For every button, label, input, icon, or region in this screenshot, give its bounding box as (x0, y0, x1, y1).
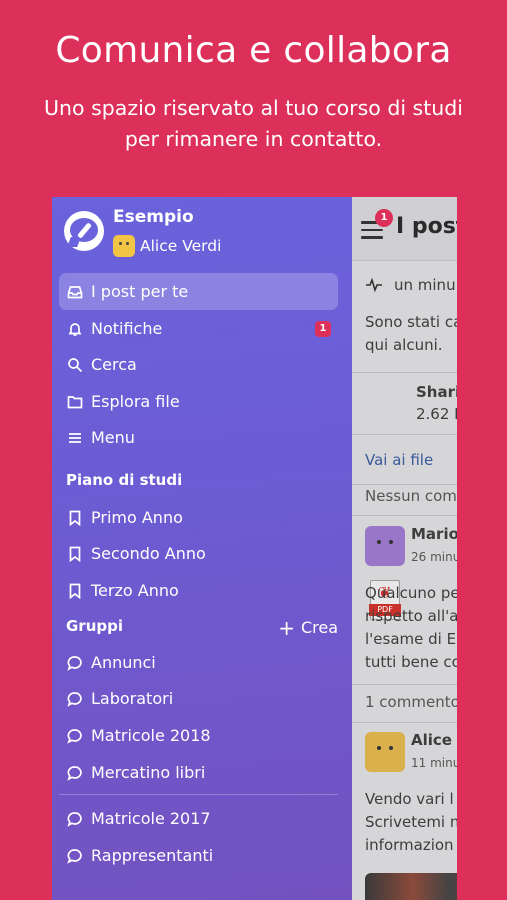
post-text-line: rispetto all'a (365, 607, 457, 625)
post-time: 26 minu (411, 550, 457, 564)
nav-item-group[interactable]: Rappresentanti (59, 837, 338, 874)
inbox-icon (67, 284, 83, 300)
divider (59, 794, 338, 795)
promo-title: Comunica e collabora (55, 30, 452, 71)
chat-bubble-icon (67, 848, 83, 864)
feed-intro-line: qui alcuni. (365, 336, 443, 354)
comment-count[interactable]: 1 commento (365, 693, 457, 711)
post-text-line: tutti bene co (365, 653, 457, 671)
nav-item-group[interactable]: Matricole 2018 (59, 717, 338, 754)
file-size: 2.62 M (416, 405, 457, 423)
bookmark-icon (67, 546, 83, 562)
nav-item-label: Matricole 2018 (91, 726, 211, 745)
feed-panel: 1 I post un minu Sono stati ca qui alcun… (352, 197, 457, 900)
post-text-line: Vendo vari l (365, 790, 454, 808)
user-name: Alice Verdi (140, 237, 222, 255)
chat-bubble-icon (67, 728, 83, 744)
post-text-line: l'esame di E (365, 630, 457, 648)
groups-heading: Gruppi (66, 617, 124, 635)
nav-item-label: Matricole 2017 (91, 809, 211, 828)
user-profile[interactable]: Alice Verdi (113, 234, 221, 258)
promo-subtitle: Uno spazio riservato al tuo corso di stu… (10, 93, 497, 155)
notifications-badge: 1 (315, 321, 331, 337)
file-name[interactable]: Shari (416, 383, 457, 401)
nav-item-label: Notifiche (91, 319, 163, 338)
nav-item-group[interactable]: Annunci (59, 644, 338, 681)
bookmark-icon (67, 583, 83, 599)
nav-item-label: Rappresentanti (91, 846, 214, 865)
search-icon (67, 357, 83, 373)
nav-item-second-year[interactable]: Secondo Anno (59, 535, 338, 572)
nav-item-label: Cerca (91, 355, 137, 374)
user-avatar (113, 235, 135, 257)
promo-subtitle-line-1: Uno spazio riservato al tuo corso di stu… (44, 96, 463, 120)
post-text-line: Qualcuno pe (365, 584, 457, 602)
nav-item-search[interactable]: Cerca (59, 346, 338, 383)
nav-item-label: Laboratori (91, 689, 174, 708)
feed-intro-line: Sono stati ca (365, 313, 457, 331)
nav-item-group[interactable]: Laboratori (59, 680, 338, 717)
folder-icon (67, 394, 83, 410)
navigation-drawer: Esempio Alice Verdi I post per te Notifi… (52, 197, 352, 900)
nav-item-label: Terzo Anno (91, 581, 179, 600)
nav-item-label: Esplora file (91, 392, 180, 411)
post-image-thumbnail[interactable] (365, 873, 457, 900)
menu-icon (67, 430, 83, 446)
create-group-button[interactable]: + Crea (278, 615, 338, 640)
plus-icon: + (278, 615, 295, 640)
nav-item-feed[interactable]: I post per te (59, 273, 338, 310)
nav-item-label: Annunci (91, 653, 156, 672)
post-time: 11 minu (411, 756, 457, 770)
nav-item-files[interactable]: Esplora file (59, 383, 338, 420)
feed-notification-badge: 1 (375, 209, 393, 227)
create-group-label: Crea (300, 618, 338, 637)
nav-item-label: Secondo Anno (91, 544, 206, 563)
post-author[interactable]: Alice (411, 731, 452, 749)
nav-item-label: Menu (91, 428, 135, 447)
chat-bubble-icon (67, 691, 83, 707)
study-plan-heading: Piano di studi (66, 471, 183, 489)
chat-bubble-icon (67, 765, 83, 781)
no-comments-label: Nessun com (365, 487, 457, 505)
nav-item-label: Primo Anno (91, 508, 183, 527)
nav-item-third-year[interactable]: Terzo Anno (59, 572, 338, 609)
post-text-line: informazion (365, 836, 454, 854)
author-avatar[interactable] (365, 732, 405, 772)
phone-screen: 1 I post un minu Sono stati ca qui alcun… (52, 197, 457, 900)
author-avatar[interactable] (365, 526, 405, 566)
nav-item-label: Mercatino libri (91, 763, 206, 782)
chat-bubble-icon (67, 655, 83, 671)
bell-icon (67, 321, 83, 337)
feed-header: 1 I post (352, 197, 457, 261)
promo-subtitle-line-2: per rimanere in contatto. (124, 127, 383, 151)
chat-bubble-icon (67, 811, 83, 827)
nav-item-notifications[interactable]: Notifiche 1 (59, 310, 338, 347)
activity-icon (366, 277, 382, 293)
feed-title: I post (396, 214, 457, 239)
app-logo-icon (64, 211, 104, 251)
nav-item-group[interactable]: Matricole 2017 (59, 800, 338, 837)
post-author[interactable]: Mario (411, 525, 457, 543)
app-name: Esempio (113, 207, 194, 227)
files-link[interactable]: Vai ai file (365, 451, 433, 469)
nav-item-first-year[interactable]: Primo Anno (59, 499, 338, 536)
nav-item-label: I post per te (91, 282, 189, 301)
bookmark-icon (67, 510, 83, 526)
nav-item-menu[interactable]: Menu (59, 419, 338, 456)
activity-time: un minu (394, 276, 456, 294)
nav-item-group[interactable]: Mercatino libri (59, 754, 338, 791)
post-text-line: Scrivetemi n (365, 813, 457, 831)
